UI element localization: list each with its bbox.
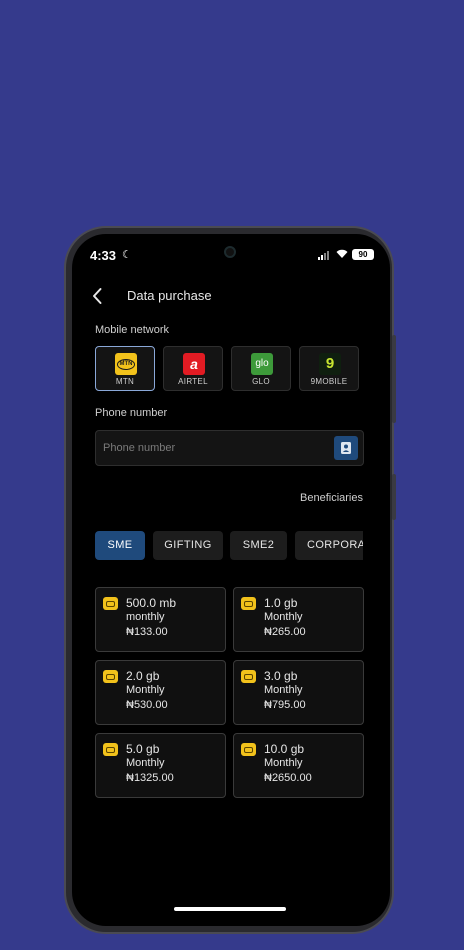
glo-logo-icon: glo — [251, 353, 273, 375]
data-plan-card[interactable]: 3.0 gb Monthly ₦795.00 — [233, 660, 364, 725]
plan-price: ₦265.00 — [264, 626, 306, 638]
tab-gifting[interactable]: GIFTING — [153, 531, 223, 560]
contacts-button[interactable] — [334, 436, 358, 460]
plan-period: monthly — [126, 611, 165, 623]
plan-category-tabs: SME GIFTING SME2 CORPORATE — [95, 531, 363, 561]
network-name: MTN — [115, 377, 135, 386]
wifi-icon — [336, 248, 348, 262]
plan-size: 3.0 gb — [264, 669, 298, 683]
tab-sme2[interactable]: SME2 — [230, 531, 287, 560]
network-name: GLO — [252, 377, 270, 386]
phone-number-field — [95, 430, 364, 466]
moon-icon: ☾ — [122, 249, 132, 261]
status-time: 4:33 — [90, 248, 117, 263]
home-indicator[interactable] — [174, 907, 286, 911]
plan-size: 1.0 gb — [264, 596, 298, 610]
chevron-left-icon — [93, 288, 102, 304]
plan-price: ₦1325.00 — [126, 772, 174, 784]
data-plan-card[interactable]: 1.0 gb Monthly ₦265.00 — [233, 587, 364, 652]
network-option-mtn[interactable]: MTN MTN — [95, 346, 155, 391]
data-plan-card[interactable]: 5.0 gb Monthly ₦1325.00 — [95, 733, 226, 798]
plan-price: ₦2650.00 — [264, 772, 312, 784]
9mobile-logo-icon: 9 — [319, 353, 341, 375]
page-title: Data purchase — [127, 288, 212, 303]
status-bar: 4:33 ☾ 90 — [72, 234, 390, 278]
network-option-9mobile[interactable]: 9 9MOBILE — [299, 346, 359, 391]
plan-size: 10.0 gb — [264, 742, 305, 756]
plan-period: Monthly — [126, 757, 165, 769]
mtn-logo-icon: MTN — [115, 353, 137, 375]
plan-period: Monthly — [264, 757, 303, 769]
contact-book-icon — [341, 442, 351, 454]
sim-card-icon — [241, 670, 256, 683]
sim-card-icon — [241, 743, 256, 756]
network-option-airtel[interactable]: a AIRTEL — [163, 346, 223, 391]
beneficiaries-link[interactable]: Beneficiaries — [300, 492, 363, 504]
mtn-logo-text: MTN — [117, 359, 135, 370]
plan-size: 5.0 gb — [126, 742, 160, 756]
plan-price: ₦133.00 — [126, 626, 168, 638]
back-button[interactable] — [88, 286, 108, 306]
network-name: AIRTEL — [178, 377, 208, 386]
mobile-network-label: Mobile network — [95, 324, 169, 336]
sim-card-icon — [103, 597, 118, 610]
phone-screen: 4:33 ☾ 90 Data purchase Mobile network M… — [72, 234, 390, 926]
data-plan-card[interactable]: 2.0 gb Monthly ₦530.00 — [95, 660, 226, 725]
signal-icon — [318, 250, 332, 260]
tab-sme[interactable]: SME — [95, 531, 145, 560]
volume-button — [392, 335, 396, 423]
plan-price: ₦530.00 — [126, 699, 168, 711]
plan-size: 500.0 mb — [126, 596, 177, 610]
network-name: 9MOBILE — [310, 377, 348, 386]
tab-corporate[interactable]: CORPORATE — [295, 531, 363, 560]
data-plan-card[interactable]: 500.0 mb monthly ₦133.00 — [95, 587, 226, 652]
plan-period: Monthly — [264, 611, 303, 623]
plan-price: ₦795.00 — [264, 699, 306, 711]
sim-card-icon — [241, 597, 256, 610]
data-plan-card[interactable]: 10.0 gb Monthly ₦2650.00 — [233, 733, 364, 798]
network-option-glo[interactable]: glo GLO — [231, 346, 291, 391]
phone-number-label: Phone number — [95, 407, 168, 419]
power-button — [392, 474, 396, 520]
sim-card-icon — [103, 670, 118, 683]
plan-period: Monthly — [126, 684, 165, 696]
plan-size: 2.0 gb — [126, 669, 160, 683]
plan-period: Monthly — [264, 684, 303, 696]
page-header: Data purchase — [72, 282, 390, 312]
phone-number-input[interactable] — [103, 431, 323, 465]
front-camera — [224, 246, 236, 258]
battery-icon: 90 — [352, 249, 374, 260]
airtel-logo-icon: a — [183, 353, 205, 375]
sim-card-icon — [103, 743, 118, 756]
